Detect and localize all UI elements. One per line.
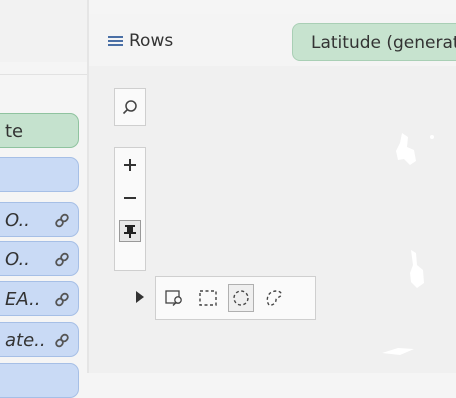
freeform-select-button[interactable] bbox=[261, 284, 287, 312]
field-label: O.. bbox=[5, 210, 30, 231]
rectangle-select-button[interactable] bbox=[195, 284, 221, 312]
triangle-right-icon[interactable] bbox=[136, 291, 144, 303]
field-label: te bbox=[5, 121, 24, 142]
minus-icon bbox=[124, 196, 136, 199]
link-icon bbox=[55, 333, 69, 348]
field-pill-4[interactable]: EA.. bbox=[0, 281, 79, 316]
field-pill-3[interactable]: O.. bbox=[0, 241, 79, 276]
rectangle-select-icon bbox=[199, 290, 217, 306]
map-search-button[interactable] bbox=[115, 89, 145, 125]
lasso-select-icon bbox=[233, 290, 249, 306]
zoom-control-group bbox=[114, 147, 146, 271]
link-icon bbox=[55, 252, 69, 267]
lasso-select-button[interactable] bbox=[228, 284, 254, 312]
left-panel-header bbox=[0, 0, 87, 62]
zoom-out-button[interactable] bbox=[115, 181, 145, 214]
radial-select-icon bbox=[165, 290, 182, 306]
field-label: O.. bbox=[5, 249, 30, 270]
search-control[interactable] bbox=[114, 88, 146, 126]
plus-icon bbox=[124, 158, 136, 171]
rows-label-text: Rows bbox=[129, 31, 174, 51]
pin-icon bbox=[124, 224, 136, 238]
pin-button-frame bbox=[119, 219, 141, 242]
field-pill-5[interactable]: ate.. bbox=[0, 322, 79, 357]
latitude-pill[interactable]: Latitude (generated) bbox=[292, 23, 456, 61]
selection-toolbar bbox=[155, 276, 316, 320]
freeform-select-icon bbox=[266, 290, 282, 306]
search-icon bbox=[122, 100, 137, 115]
map-landmass bbox=[382, 133, 434, 355]
field-pill-6[interactable] bbox=[0, 363, 79, 398]
link-icon bbox=[55, 213, 69, 228]
rows-shelf-label: Rows bbox=[108, 30, 173, 52]
field-pill-2[interactable]: O.. bbox=[0, 202, 79, 237]
link-icon bbox=[55, 292, 69, 307]
field-pill-0[interactable]: te bbox=[0, 113, 79, 148]
field-label: EA.. bbox=[5, 289, 41, 310]
radial-select-button[interactable] bbox=[162, 284, 188, 312]
field-label: ate.. bbox=[5, 330, 46, 351]
pin-map-button[interactable] bbox=[115, 214, 145, 247]
zoom-in-button[interactable] bbox=[115, 148, 145, 181]
field-pill-1[interactable] bbox=[0, 157, 79, 192]
rows-icon bbox=[108, 35, 123, 47]
